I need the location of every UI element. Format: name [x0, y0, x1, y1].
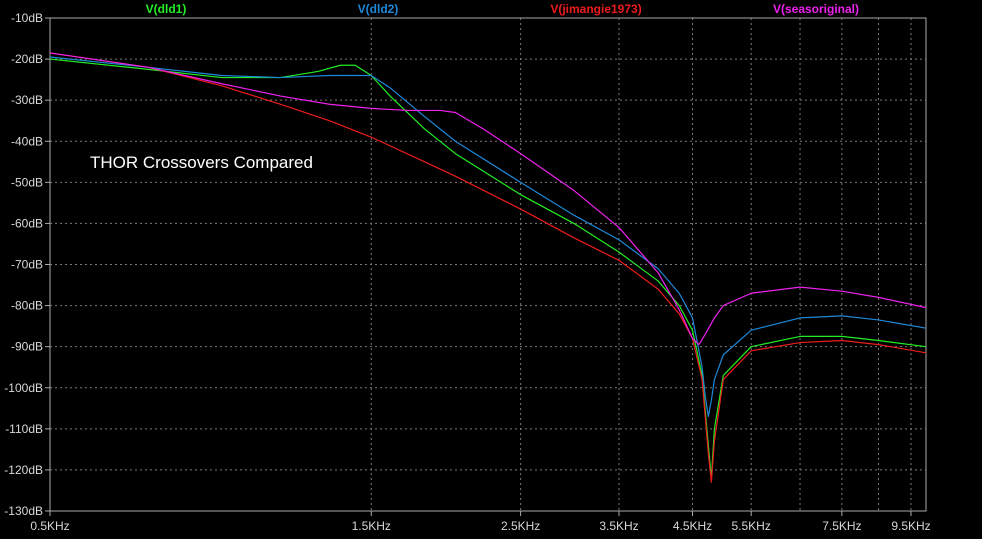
- y-tick-label: -30dB: [11, 93, 43, 107]
- y-tick-label: -120dB: [4, 463, 43, 477]
- legend-entry-1: V(dld2): [358, 2, 399, 16]
- y-tick-label: -110dB: [5, 422, 43, 436]
- x-tick-label: 0.5KHz: [30, 519, 69, 533]
- y-tick-label: -100dB: [4, 381, 43, 395]
- y-tick-label: -80dB: [11, 299, 43, 313]
- x-tick-label: 7.5KHz: [822, 519, 861, 533]
- y-tick-label: -70dB: [11, 258, 43, 272]
- plot-annotation: THOR Crossovers Compared: [90, 153, 313, 172]
- x-tick-label: 1.5KHz: [352, 519, 391, 533]
- plot-background: [0, 0, 982, 539]
- legend-entry-2: V(jimangie1973): [550, 2, 641, 16]
- y-tick-label: -130dB: [4, 504, 43, 518]
- legend-entry-0: V(dld1): [146, 2, 187, 16]
- y-tick-label: -50dB: [11, 175, 43, 189]
- x-tick-label: 9.5KHz: [891, 519, 930, 533]
- x-tick-label: 3.5KHz: [599, 519, 638, 533]
- y-tick-label: -20dB: [11, 52, 43, 66]
- x-tick-label: 5.5KHz: [732, 519, 771, 533]
- bode-plot: 0.5KHz 1.5KHz 2.5KHz 3.5KHz 4.5KHz 5.5KHz 7.5K…: [0, 0, 982, 539]
- x-tick-label: 4.5KHz: [673, 519, 712, 533]
- legend-entry-3: V(seasoriginal): [773, 2, 859, 16]
- y-tick-label: -10dB: [11, 11, 43, 25]
- y-tick-label: -40dB: [11, 134, 43, 148]
- x-tick-label: 2.5KHz: [501, 519, 540, 533]
- y-tick-label: -90dB: [11, 340, 43, 354]
- y-tick-label: -60dB: [11, 216, 43, 230]
